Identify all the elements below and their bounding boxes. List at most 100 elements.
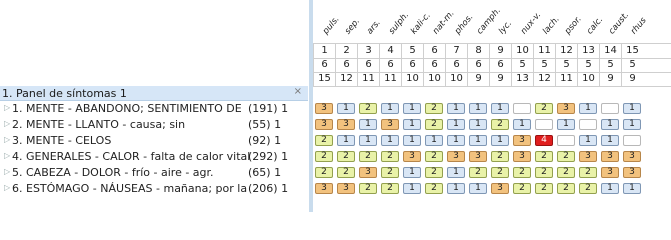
grade-cell[interactable]: 3 [601,151,619,162]
grade-cell[interactable]: 1 [601,183,619,194]
grade-cell[interactable]: 1 [403,135,421,146]
grade-cell[interactable]: 1 [469,103,487,114]
grade-cell[interactable] [579,119,597,130]
remedy-name[interactable]: phos. [453,12,476,36]
remedy-name[interactable]: sulph. [387,10,411,36]
grade-cell[interactable]: 2 [557,183,575,194]
remedy-name[interactable]: lach. [541,14,562,36]
grade-cell[interactable]: 2 [535,167,553,178]
grade-cell[interactable]: 1 [447,119,465,130]
grade-cell[interactable]: 2 [535,183,553,194]
grade-cell[interactable]: 2 [315,151,333,162]
remedy-name[interactable]: caust. [607,10,631,36]
expand-arrow-icon[interactable]: ▷ [4,183,10,192]
remedy-name[interactable]: kali-c. [409,11,433,37]
grade-cell[interactable]: 3 [337,183,355,194]
grade-cell[interactable]: 2 [513,167,531,178]
remedy-name[interactable]: psor. [563,14,584,36]
grade-cell[interactable]: 1 [403,167,421,178]
symptom-row[interactable]: ▷ 1. MENTE - ABANDONO; SENTIMIENTO DE (191… [0,101,308,116]
grade-cell[interactable]: 3 [315,103,333,114]
grade-cell[interactable]: 2 [425,151,443,162]
symptom-row[interactable]: ▷ 3. MENTE - CELOS (92) 1 [0,133,308,148]
grade-cell[interactable]: 1 [623,119,641,130]
grade-cell[interactable]: 3 [315,119,333,130]
grade-cell[interactable]: 1 [447,183,465,194]
grade-cell[interactable]: 2 [579,167,597,178]
grade-cell[interactable]: 1 [359,135,377,146]
grade-cell[interactable]: 1 [403,119,421,130]
expand-arrow-icon[interactable]: ▷ [4,103,10,112]
grade-cell[interactable]: 3 [491,183,509,194]
grade-cell[interactable]: 2 [469,167,487,178]
grade-cell[interactable] [623,135,641,146]
grade-cell[interactable]: 2 [381,183,399,194]
grade-cell[interactable]: 1 [447,103,465,114]
grade-cell[interactable]: 1 [513,119,531,130]
grade-cell[interactable]: 1 [557,119,575,130]
grade-cell[interactable]: 3 [623,151,641,162]
grade-cell[interactable]: 1 [469,135,487,146]
grade-cell[interactable] [601,103,619,114]
grade-cell[interactable]: 1 [337,103,355,114]
grade-cell[interactable]: 3 [337,119,355,130]
grade-cell[interactable]: 2 [491,167,509,178]
remedy-name[interactable]: lyc. [497,19,514,37]
expand-arrow-icon[interactable]: ▷ [4,167,10,176]
remedy-name[interactable]: rhus [629,16,649,37]
grade-cell[interactable]: 3 [557,103,575,114]
grade-cell[interactable]: 2 [337,151,355,162]
grade-cell[interactable]: 2 [359,103,377,114]
grade-cell[interactable]: 1 [403,183,421,194]
grade-cell[interactable]: 3 [601,167,619,178]
symptom-panel-header[interactable]: 1. Panel de síntomas 1 × [0,86,308,101]
grade-cell[interactable]: 1 [623,103,641,114]
grade-cell[interactable]: 3 [513,151,531,162]
grade-cell[interactable]: 2 [557,151,575,162]
grade-cell[interactable]: 2 [315,167,333,178]
grade-cell[interactable]: 2 [425,103,443,114]
grade-cell[interactable] [535,119,553,130]
grade-cell[interactable]: 2 [535,151,553,162]
grade-cell[interactable]: 1 [469,183,487,194]
remedy-name[interactable]: sep. [343,16,362,36]
grade-cell[interactable]: 2 [359,151,377,162]
remedy-name[interactable]: calc. [585,15,605,36]
close-icon[interactable]: × [294,86,302,97]
grade-cell[interactable]: 3 [447,151,465,162]
grade-cell[interactable]: 4 [535,135,553,146]
grade-cell[interactable]: 1 [447,135,465,146]
grade-cell[interactable]: 2 [491,151,509,162]
grade-cell[interactable]: 3 [403,151,421,162]
grade-cell[interactable]: 2 [315,135,333,146]
grade-cell[interactable]: 3 [623,167,641,178]
grade-cell[interactable]: 2 [337,167,355,178]
grade-cell[interactable]: 3 [469,151,487,162]
remedy-name[interactable]: puls. [321,14,342,36]
expand-arrow-icon[interactable]: ▷ [4,135,10,144]
grade-cell[interactable]: 2 [425,183,443,194]
expand-arrow-icon[interactable]: ▷ [4,119,10,128]
grade-cell[interactable]: 3 [513,135,531,146]
symptom-row[interactable]: ▷ 6. ESTÓMAGO - NÁUSEAS - mañana; por la(… [0,181,308,196]
grade-cell[interactable]: 1 [623,183,641,194]
grade-cell[interactable]: 2 [491,119,509,130]
grade-cell[interactable]: 1 [425,135,443,146]
grade-cell[interactable]: 1 [381,135,399,146]
grade-cell[interactable]: 1 [579,135,597,146]
grade-cell[interactable]: 2 [535,103,553,114]
grade-cell[interactable] [513,103,531,114]
grade-cell[interactable]: 1 [403,103,421,114]
grade-cell[interactable]: 2 [359,183,377,194]
symptom-row[interactable]: ▷ 2. MENTE - LLANTO - causa; sin (55) 1 [0,117,308,132]
grade-cell[interactable]: 1 [447,167,465,178]
remedy-name[interactable]: nux-v. [519,10,543,36]
grade-cell[interactable]: 1 [601,135,619,146]
symptom-row[interactable]: ▷ 4. GENERALES - CALOR - falta de calor v… [0,149,308,164]
grade-cell[interactable]: 1 [337,135,355,146]
grade-cell[interactable]: 1 [601,119,619,130]
grade-cell[interactable]: 2 [381,167,399,178]
expand-arrow-icon[interactable]: ▷ [4,151,10,160]
grade-cell[interactable]: 1 [381,103,399,114]
grade-cell[interactable]: 1 [491,135,509,146]
